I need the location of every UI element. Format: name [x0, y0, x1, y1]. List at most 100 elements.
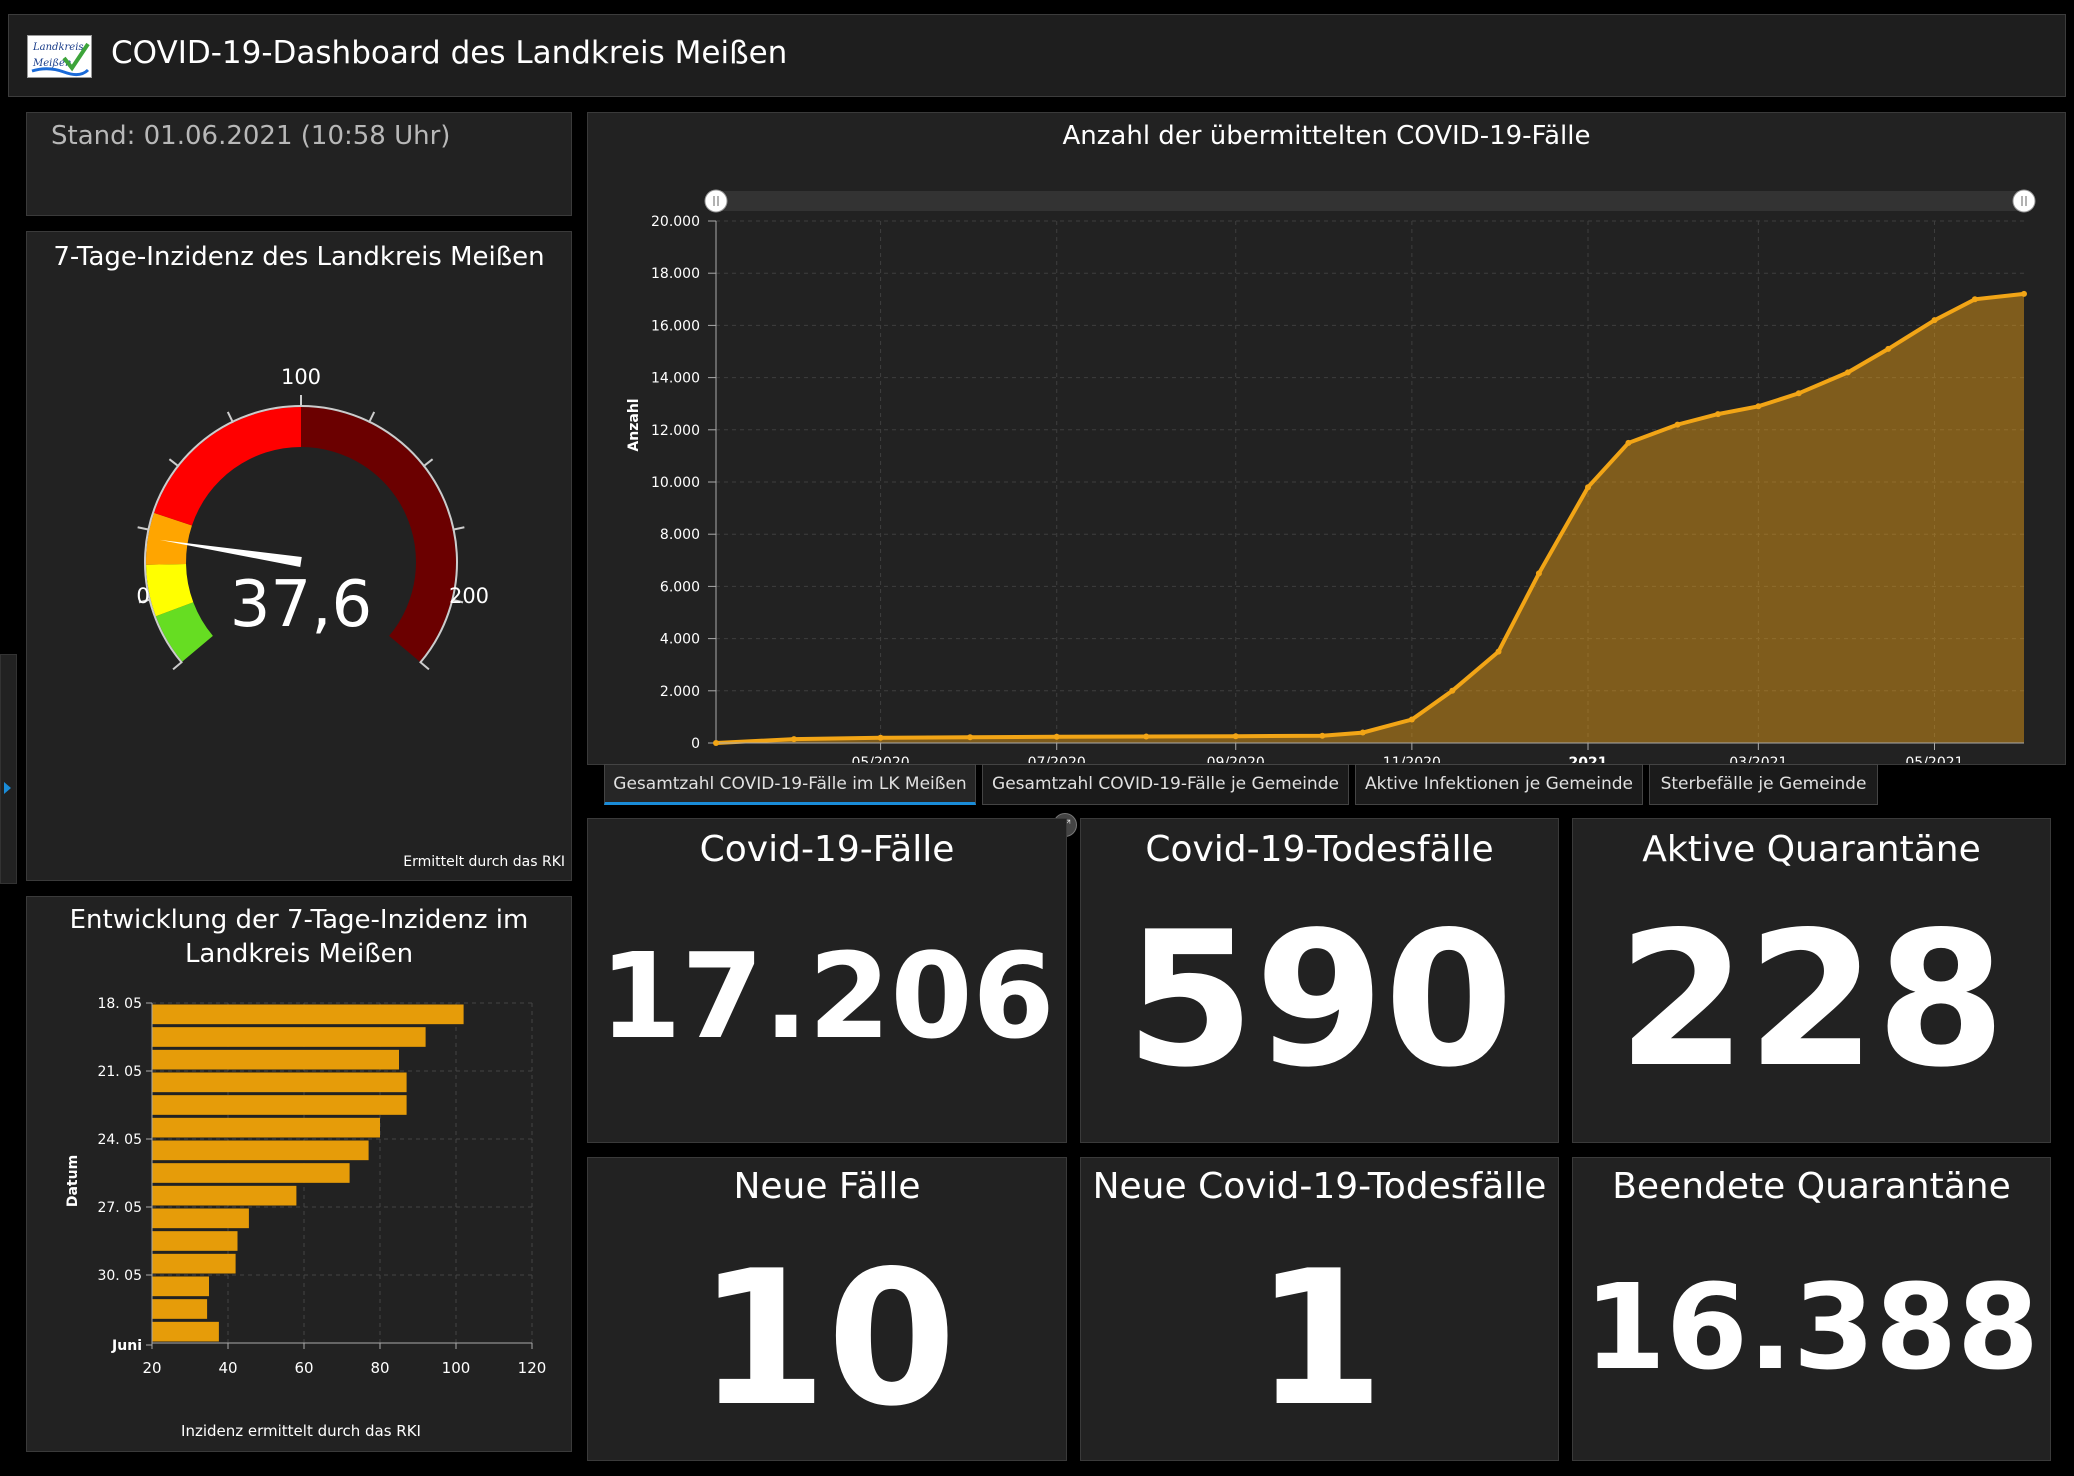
gauge-tick — [422, 458, 434, 468]
data-point — [1359, 729, 1366, 736]
y-tick-label: 6.000 — [660, 579, 700, 595]
cumulative-cases-chart: 0 2.000 4.000 6.000 8.000 10.000 12.000 14.000 1… — [626, 189, 2036, 763]
dashboard-header: Landkreis Meißen COVID-19-Dashboard des … — [8, 14, 2066, 97]
x-tick-label: 11/2020 — [1383, 755, 1441, 763]
data-point — [967, 734, 974, 741]
bar — [152, 1072, 407, 1093]
data-point — [1232, 733, 1239, 740]
y-tick-label: Juni — [111, 1338, 142, 1354]
x-tick-label: 2021 — [1569, 755, 1608, 763]
indicator-value: 228 — [1617, 891, 2006, 1108]
incidence-x-label: Inzidenz ermittelt durch das RKI — [181, 1422, 421, 1440]
bar — [152, 1208, 249, 1229]
gauge-mid-label: 100 — [281, 365, 321, 389]
bar — [152, 1276, 209, 1297]
y-tick-label: 21. 05 — [97, 1064, 142, 1080]
tab-4[interactable]: Sterbefälle je Gemeinde — [1649, 764, 1878, 805]
data-point — [877, 734, 884, 741]
svg-text:Landkreis: Landkreis — [32, 42, 84, 53]
gauge-value: 37,6 — [230, 568, 373, 642]
bar — [152, 1185, 297, 1206]
y-tick-label: 0 — [691, 736, 700, 752]
y-tick-label: 8.000 — [660, 527, 700, 543]
indicator-value: 1 — [1254, 1230, 1385, 1447]
y-tick-label: 2.000 — [660, 684, 700, 700]
data-point — [1755, 403, 1762, 410]
indicator-todesfaelle: Covid-19-Todesfälle 590 — [1080, 818, 1559, 1143]
indicator-neue-todesfaelle: Neue Covid-19-Todesfälle 1 — [1080, 1157, 1559, 1461]
bar — [152, 1321, 219, 1342]
data-point — [1408, 716, 1415, 723]
cases-chart-panel: Anzahl der übermittelten COVID-19-Fälle … — [587, 112, 2066, 765]
data-point — [1714, 411, 1721, 418]
landkreis-logo: Landkreis Meißen — [27, 35, 92, 78]
indicator-title: Neue Fälle — [733, 1166, 921, 1207]
data-point — [1844, 369, 1851, 376]
incidence-bar-panel: Entwicklung der 7-Tage-Inzidenz im Landk… — [26, 896, 572, 1452]
x-tick-label: 09/2020 — [1207, 755, 1265, 763]
gauge-footnote: Ermittelt durch das RKI — [403, 854, 565, 870]
indicator-aktive-quarantaene: Aktive Quarantäne 228 — [1572, 818, 2051, 1143]
data-point — [1885, 345, 1892, 352]
x-tick-label: 03/2021 — [1729, 755, 1787, 763]
x-tick-label: 60 — [294, 1359, 313, 1377]
cases-area-fill — [716, 293, 2024, 743]
bar — [152, 1253, 236, 1274]
gauge-title: 7-Tage-Inzidenz des Landkreis Meißen — [53, 242, 545, 272]
y-tick-label: 27. 05 — [97, 1200, 142, 1216]
data-point — [1495, 648, 1502, 655]
x-tick-label: 20 — [142, 1359, 161, 1377]
data-point — [1319, 732, 1326, 739]
data-point — [1795, 390, 1802, 397]
chart-range-slider[interactable] — [716, 191, 2024, 211]
range-handle-left[interactable] — [704, 189, 728, 213]
bar — [152, 1004, 464, 1025]
indicator-value: 17.206 — [599, 927, 1055, 1065]
y-tick-label: 10.000 — [651, 475, 700, 491]
gauge-tick — [137, 526, 150, 531]
gauge-tick — [452, 526, 465, 531]
gauge-min-label: 0 — [136, 584, 149, 608]
sidebar-toggle[interactable] — [0, 654, 17, 884]
data-point — [1143, 733, 1150, 740]
tab-3[interactable]: Aktive Infektionen je Gemeinde — [1355, 764, 1643, 805]
indicator-title: Neue Covid-19-Todesfälle — [1092, 1166, 1547, 1207]
indicator-value: 590 — [1125, 891, 1514, 1108]
range-handle-right[interactable] — [2012, 189, 2036, 213]
data-point — [713, 740, 719, 746]
y-tick-label: 24. 05 — [97, 1132, 142, 1148]
y-tick-label: 14.000 — [651, 371, 700, 387]
cases-y-label: Anzahl — [626, 398, 642, 451]
indicator-covid-faelle: Covid-19-Fälle 17.206 — [587, 818, 1067, 1143]
incidence-chart-title-2: Landkreis Meißen — [184, 939, 414, 969]
gauge-tick — [168, 458, 180, 468]
gauge-tick — [419, 660, 430, 671]
x-tick-label: 05/2020 — [851, 755, 909, 763]
data-point — [1674, 421, 1681, 428]
y-tick-label: 12.000 — [651, 423, 700, 439]
data-point — [790, 736, 797, 743]
bar — [152, 1117, 380, 1138]
y-tick-label: 4.000 — [660, 632, 700, 648]
y-tick-label: 30. 05 — [97, 1268, 142, 1284]
indicator-title: Beendete Quarantäne — [1612, 1166, 2011, 1207]
x-tick-label: 05/2021 — [1905, 755, 1963, 763]
indicator-neue-faelle: Neue Fälle 10 — [587, 1157, 1067, 1461]
incidence-y-label: Datum — [65, 1155, 81, 1207]
indicator-value: 10 — [697, 1230, 957, 1447]
incidence-gauge: 100 0 200 37,6 — [136, 365, 489, 671]
x-tick-label: 80 — [370, 1359, 389, 1377]
y-tick-label: 18. 05 — [97, 996, 142, 1012]
x-tick-label: 07/2020 — [1028, 755, 1086, 763]
bar — [152, 1140, 369, 1161]
cases-chart-title: Anzahl der übermittelten COVID-19-Fälle — [1062, 121, 1591, 151]
dashboard-title: COVID-19-Dashboard des Landkreis Meißen — [111, 35, 788, 71]
tab-1[interactable]: Gesamtzahl COVID-19-Fälle im LK Meißen — [604, 764, 976, 805]
y-tick-label: 20.000 — [651, 214, 700, 230]
tab-2[interactable]: Gesamtzahl COVID-19-Fälle je Gemeinde — [982, 764, 1349, 805]
indicator-title: Covid-19-Todesfälle — [1145, 829, 1494, 870]
indicator-value: 16.388 — [1583, 1258, 2040, 1396]
indicator-title: Covid-19-Fälle — [699, 829, 955, 870]
y-tick-label: 18.000 — [651, 266, 700, 282]
data-point — [1535, 570, 1542, 577]
